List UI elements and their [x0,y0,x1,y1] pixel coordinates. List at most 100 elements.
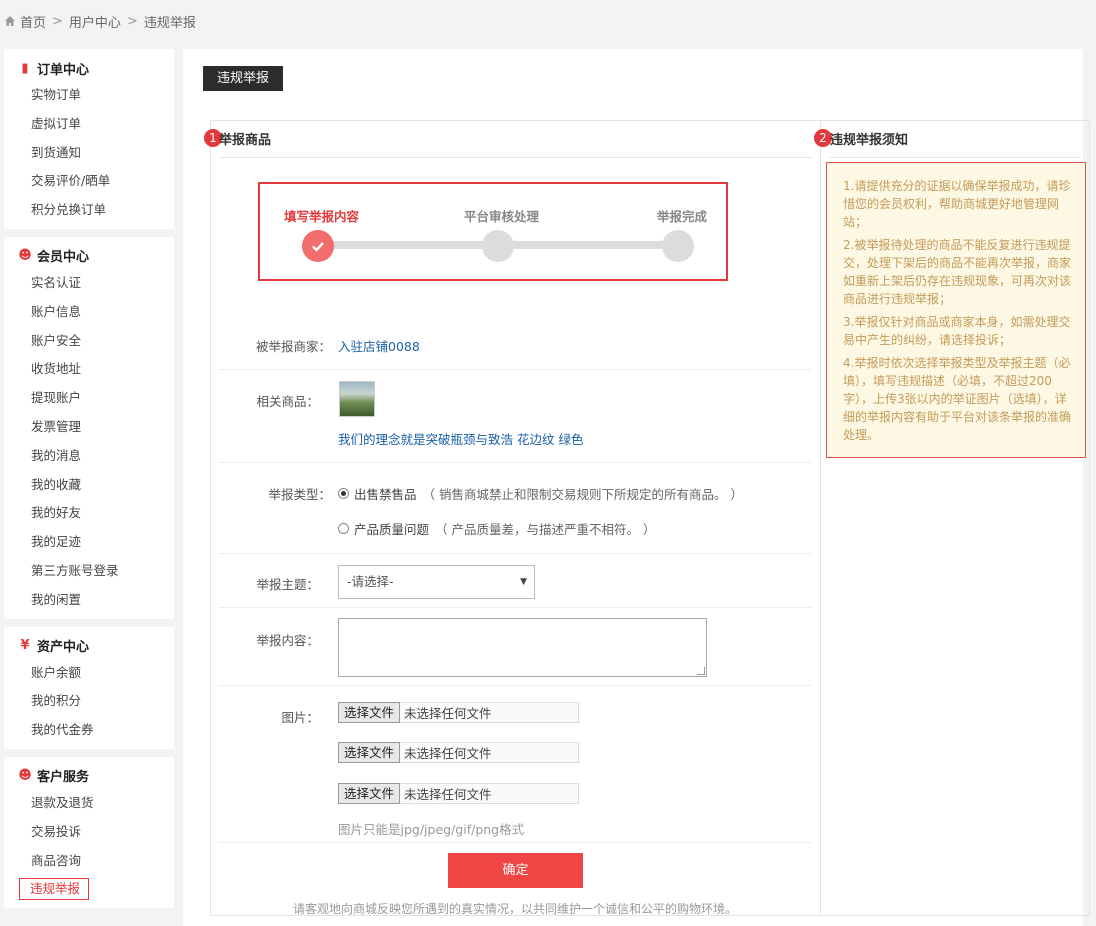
image-upload-3[interactable]: 选择文件 未选择任何文件 [338,782,579,804]
sidebar-item-points[interactable]: 我的积分 [4,687,174,716]
notice-item: 3.举报仅针对商品或商家本身，如需处理交易中产生的纠纷，请选择投诉； [843,315,1071,347]
divider [219,607,812,608]
sidebar-item-withdraw-account[interactable]: 提现账户 [4,384,174,413]
radio-label: 产品质量问题 [354,522,430,537]
step-dot-current [302,230,334,262]
resize-grip-icon[interactable] [697,667,705,675]
order-icon: ▮ [21,60,29,76]
sidebar-item-complaint[interactable]: 交易投诉 [4,818,174,847]
divider [219,157,812,158]
breadcrumb-user-center[interactable]: 用户中心 [69,12,121,31]
radio-note: （ 产品质量差，与描述严重不相符。 ） [435,522,656,537]
divider [829,157,1081,158]
product-link[interactable]: 我们的理念就是突破瓶颈与致浩 花边纹 绿色 [338,429,583,448]
sidebar-item-vouchers[interactable]: 我的代金券 [4,716,174,745]
sidebar-item-favorites[interactable]: 我的收藏 [4,471,174,500]
sidebar: ▮ 订单中心 实物订单 虚拟订单 到货通知 交易评价/晒单 积分兑换订单 ☻ 会… [4,49,174,916]
section-title: 违规举报须知 [830,133,909,148]
notice-item: 2.被举报待处理的商品不能反复进行违规提交，处理下架后的商品不能再次举报，商家如… [843,238,1072,306]
sidebar-group-title: ¥ 资产中心 [4,633,174,659]
user-icon: ☻ [18,768,32,784]
sidebar-group-title: ▮ 订单中心 [4,55,174,81]
sidebar-item-third-party-login[interactable]: 第三方账号登录 [4,557,174,586]
content-label: 举报内容： [256,633,319,648]
report-type-option-1[interactable]: 出售禁售品 （ 销售商城禁止和限制交易规则下所规定的所有商品。 ） [338,484,743,503]
sidebar-group-title: ☻ 客户服务 [4,763,174,789]
sidebar-item-footprints[interactable]: 我的足迹 [4,528,174,557]
yen-icon: ¥ [20,638,30,654]
divider [219,842,812,843]
goods-label: 相关商品： [256,394,319,409]
file-status: 未选择任何文件 [404,746,492,761]
sidebar-group-label: 客户服务 [37,770,90,786]
breadcrumb-current: 违规举报 [143,15,196,31]
sidebar-item-address[interactable]: 收货地址 [4,355,174,384]
radio-button[interactable] [338,523,349,534]
breadcrumb-separator: > [52,13,63,29]
image-upload-1[interactable]: 选择文件 未选择任何文件 [338,701,579,723]
merchant-label: 被举报商家： [255,339,331,354]
sidebar-group-label: 会员中心 [37,250,90,266]
notice-item: 1.请提供充分的证据以确保举报成功，请珍惜您的会员权利，帮助商城更好地管理网站； [843,179,1071,229]
section-title: 举报商品 [219,133,272,148]
sidebar-item-idle[interactable]: 我的闲置 [4,586,174,615]
image-format-hint: 图片只能是jpg/jpeg/gif/png格式 [338,822,525,837]
sidebar-item-balance[interactable]: 账户余额 [4,659,174,688]
home-icon [5,16,15,26]
divider [219,685,812,686]
sidebar-item-realname[interactable]: 实名认证 [4,269,174,298]
breadcrumb-separator: > [126,13,138,29]
step-label-fill: 填写举报内容 [284,209,360,224]
step-label-review: 平台审核处理 [464,209,540,224]
step-dot-review [482,230,514,262]
step-label-done: 举报完成 [657,209,708,224]
report-type-label: 举报类型： [268,487,331,502]
dropdown-caret-icon: ▼ [520,577,527,587]
sidebar-item-consult[interactable]: 商品咨询 [4,847,174,876]
breadcrumb: 首页 > 用户中心 > 违规举报 [4,12,196,31]
sidebar-group-label: 订单中心 [37,62,90,78]
image-label: 图片： [281,710,319,725]
merchant-link[interactable]: 入驻店铺0088 [338,336,420,355]
subject-select[interactable]: -请选择- ▼ [338,565,535,599]
radio-note: （ 销售商城禁止和限制交易规则下所规定的所有商品。 ） [422,487,743,502]
check-icon [312,242,324,252]
sidebar-item-report-label: 违规举报 [19,878,90,901]
sidebar-item-account-info[interactable]: 账户信息 [4,298,174,327]
sidebar-group-orders: ▮ 订单中心 实物订单 虚拟订单 到货通知 交易评价/晒单 积分兑换订单 [4,49,174,229]
image-upload-2[interactable]: 选择文件 未选择任何文件 [338,741,579,763]
sidebar-item-arrival-notice[interactable]: 到货通知 [4,139,174,168]
breadcrumb-home[interactable]: 首页 [20,12,46,31]
notice-item: 4.举报时依次选择举报类型及举报主题（必填），填写违规描述（必填，不超过200字… [843,356,1072,442]
sidebar-item-physical-orders[interactable]: 实物订单 [4,81,174,110]
choose-file-button[interactable]: 选择文件 [338,701,401,723]
divider [219,369,812,370]
sidebar-item-friends[interactable]: 我的好友 [4,499,174,528]
product-thumbnail[interactable] [339,381,375,417]
subject-label: 举报主题： [256,577,319,592]
radio-button[interactable] [338,488,349,499]
sidebar-item-report[interactable]: 违规举报 [4,875,174,904]
report-type-option-2[interactable]: 产品质量问题 （ 产品质量差，与描述严重不相符。 ） [338,519,655,538]
sidebar-item-virtual-orders[interactable]: 虚拟订单 [4,110,174,139]
report-form-panel: 1 举报商品 填写举报内容 平台审核处理 举报完成 被举报商家： 入驻店铺008… [204,120,820,916]
submit-button[interactable]: 确定 [448,853,583,888]
step-dot-done [662,230,694,262]
progress-steps: 填写举报内容 平台审核处理 举报完成 [258,182,728,281]
select-value: -请选择- [347,574,394,589]
sidebar-item-account-security[interactable]: 账户安全 [4,327,174,356]
choose-file-button[interactable]: 选择文件 [338,741,401,763]
sidebar-group-assets: ¥ 资产中心 账户余额 我的积分 我的代金券 [4,626,174,749]
sidebar-item-points-orders[interactable]: 积分兑换订单 [4,196,174,225]
file-status: 未选择任何文件 [404,706,492,721]
sidebar-group-member: ☻ 会员中心 实名认证 账户信息 账户安全 收货地址 提现账户 发票管理 我的消… [4,236,174,619]
sidebar-item-invoice[interactable]: 发票管理 [4,413,174,442]
sidebar-item-messages[interactable]: 我的消息 [4,442,174,471]
sidebar-item-reviews[interactable]: 交易评价/晒单 [4,167,174,196]
sidebar-item-refund[interactable]: 退款及退货 [4,789,174,818]
report-content-textarea[interactable] [338,618,707,677]
file-status: 未选择任何文件 [404,787,492,802]
page-tab[interactable]: 违规举报 [203,66,284,91]
sidebar-group-service: ☻ 客户服务 退款及退货 交易投诉 商品咨询 违规举报 [4,756,174,909]
choose-file-button[interactable]: 选择文件 [338,782,401,804]
